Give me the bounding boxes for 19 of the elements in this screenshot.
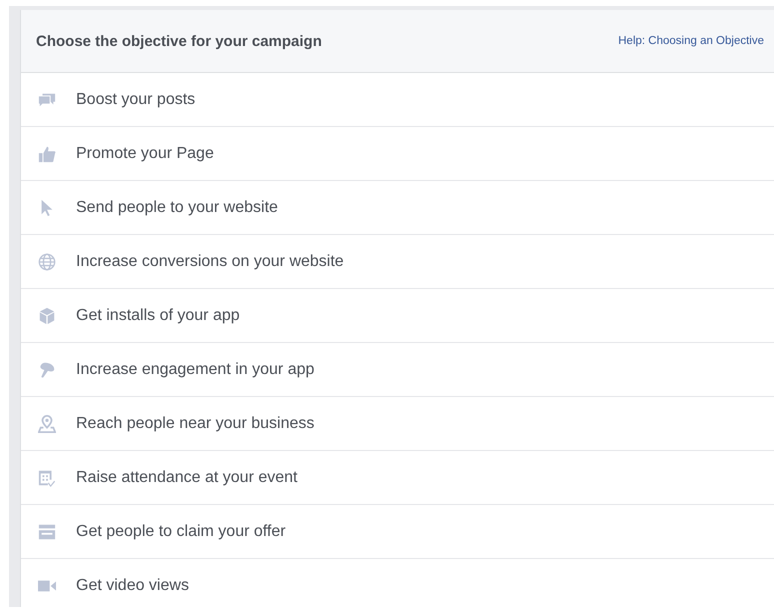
calendar-icon xyxy=(38,468,56,486)
cube-icon xyxy=(38,306,56,324)
objective-option[interactable]: Get people to claim your offer xyxy=(21,505,774,559)
objective-option[interactable]: Reach people near your business xyxy=(21,397,774,451)
storefront-icon xyxy=(38,522,56,540)
objective-option[interactable]: Raise attendance at your event xyxy=(21,451,774,505)
location-pin-icon xyxy=(38,414,56,432)
thumbs-up-icon xyxy=(38,144,56,162)
objective-option[interactable]: Get installs of your app xyxy=(21,289,774,343)
objective-option[interactable]: Boost your posts xyxy=(21,73,774,127)
objective-option[interactable]: Promote your Page xyxy=(21,127,774,181)
panel-title: Choose the objective for your campaign xyxy=(36,32,322,50)
objective-option[interactable]: Send people to your website xyxy=(21,181,774,235)
help-link[interactable]: Help: Choosing an Objective xyxy=(618,35,764,47)
objective-option[interactable]: Get video views xyxy=(21,559,774,611)
globe-icon xyxy=(38,252,56,270)
speech-bubbles-icon xyxy=(38,90,56,108)
objective-option[interactable]: Increase engagement in your app xyxy=(21,343,774,397)
objective-option[interactable]: Increase conversions on your website xyxy=(21,235,774,289)
